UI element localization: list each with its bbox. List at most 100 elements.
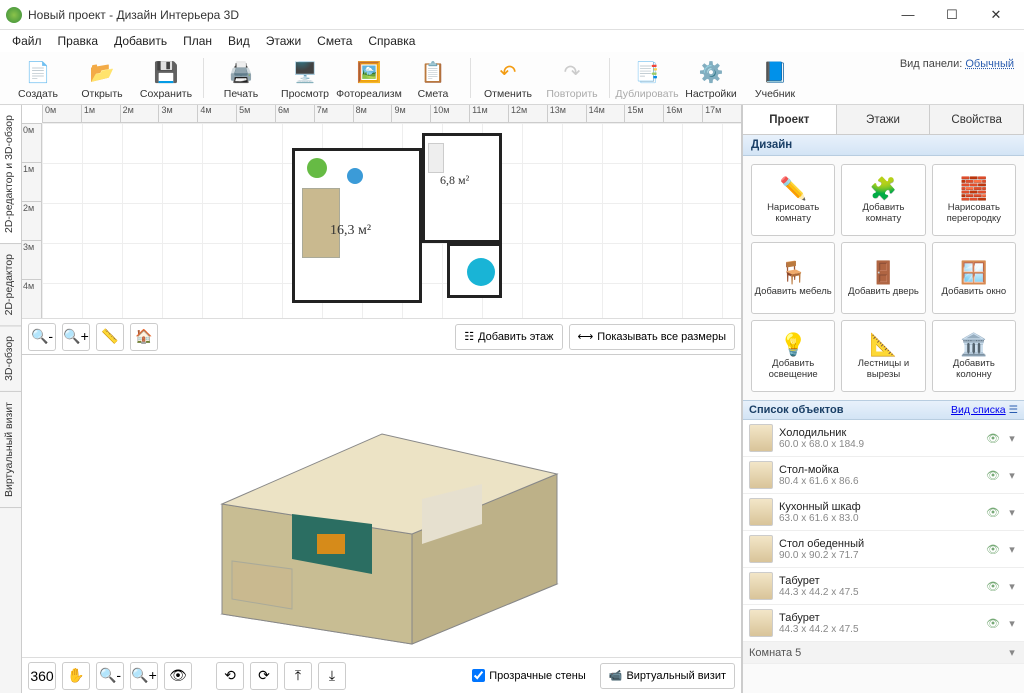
maximize-button[interactable]: ☐ xyxy=(930,1,974,29)
object-list[interactable]: Холодильник60.0 x 68.0 x 184.9👁▾Стол-мой… xyxy=(743,420,1024,693)
design-card-6[interactable]: 💡Добавить освещение xyxy=(751,320,835,392)
panel-view-link[interactable]: Обычный xyxy=(965,58,1014,70)
settings-button[interactable]: ⚙️Настройки xyxy=(681,56,741,102)
design-card-5[interactable]: 🪟Добавить окно xyxy=(932,242,1016,314)
list-view-icon[interactable]: ☰ xyxy=(1009,404,1018,416)
vtab-2d-3d[interactable]: 2D-редактор и 3D-обзор xyxy=(0,105,21,244)
visibility-icon[interactable]: 👁 xyxy=(986,617,1000,630)
viewport-2d[interactable]: 0м1м2м3м4м5м6м7м8м9м10м11м12м13м14м15м16… xyxy=(22,105,741,355)
object-row[interactable]: Табурет44.3 x 44.2 x 47.5👁▾ xyxy=(743,605,1024,642)
menu-add[interactable]: Добавить xyxy=(106,32,175,50)
object-row[interactable]: Холодильник60.0 x 68.0 x 184.9👁▾ xyxy=(743,420,1024,457)
design-card-3[interactable]: 🪑Добавить мебель xyxy=(751,242,835,314)
design-card-4[interactable]: 🚪Добавить дверь xyxy=(841,242,925,314)
preview-button[interactable]: 🖥️Просмотр xyxy=(275,56,335,102)
rotate-left-button[interactable]: ⟲ xyxy=(216,662,244,690)
photorealism-button[interactable]: 🖼️Фотореализм xyxy=(339,56,399,102)
visibility-icon[interactable]: 👁 xyxy=(986,543,1000,556)
design-label: Нарисовать комнату xyxy=(754,202,832,224)
vertical-tabs: 2D-редактор и 3D-обзор 2D-редактор 3D-об… xyxy=(0,105,22,693)
tab-floors[interactable]: Этажи xyxy=(837,105,931,134)
menu-help[interactable]: Справка xyxy=(360,32,423,50)
toolbar-separator xyxy=(470,58,471,98)
show-dimensions-button[interactable]: ⟷Показывать все размеры xyxy=(569,324,735,350)
measure-button[interactable]: 📏 xyxy=(96,323,124,351)
rotate-right-button[interactable]: ⟳ xyxy=(250,662,278,690)
object-row[interactable]: Кухонный шкаф63.0 x 61.6 x 83.0👁▾ xyxy=(743,494,1024,531)
chevron-down-icon[interactable]: ▾ xyxy=(1006,646,1018,659)
close-button[interactable]: ✕ xyxy=(974,1,1018,29)
estimate-button[interactable]: 📋Смета xyxy=(403,56,463,102)
viewport-3d[interactable]: 360 ✋ 🔍- 🔍+ 👁 ⟲ ⟳ ⤒ ⤓ Прозрачные стены 📹… xyxy=(22,355,741,693)
duplicate-button[interactable]: 📑Дублировать xyxy=(617,56,677,102)
chevron-down-icon[interactable]: ▾ xyxy=(1006,506,1018,519)
toolbar-3d: 360 ✋ 🔍- 🔍+ 👁 ⟲ ⟳ ⤒ ⤓ Прозрачные стены 📹… xyxy=(22,657,741,693)
vtab-3d[interactable]: 3D-обзор xyxy=(0,326,21,392)
object-row-footer[interactable]: Комната 5▾ xyxy=(743,642,1024,664)
design-card-8[interactable]: 🏛️Добавить колонну xyxy=(932,320,1016,392)
zoom-in-button[interactable]: 🔍+ xyxy=(62,323,90,351)
add-floor-button[interactable]: ☷Добавить этаж xyxy=(455,324,562,350)
chevron-down-icon[interactable]: ▾ xyxy=(1006,580,1018,593)
visibility-icon[interactable]: 👁 xyxy=(986,506,1000,519)
vtab-2d[interactable]: 2D-редактор xyxy=(0,244,21,326)
design-icon: 🏛️ xyxy=(960,332,987,358)
tilt-up-button[interactable]: ⤒ xyxy=(284,662,312,690)
create-button[interactable]: 📄Создать xyxy=(8,56,68,102)
lamp-2d[interactable] xyxy=(347,168,363,184)
plant-2d[interactable] xyxy=(307,158,327,178)
menu-edit[interactable]: Правка xyxy=(50,32,107,50)
zoom-in-3d-button[interactable]: 🔍+ xyxy=(130,662,158,690)
visibility-icon[interactable]: 👁 xyxy=(986,469,1000,482)
object-dimensions: 44.3 x 44.2 x 47.5 xyxy=(779,587,980,598)
menu-file[interactable]: Файл xyxy=(4,32,50,50)
bathroom-fixture[interactable] xyxy=(467,258,495,286)
tilt-down-button[interactable]: ⤓ xyxy=(318,662,346,690)
object-row[interactable]: Стол обеденный90.0 x 90.2 x 71.7👁▾ xyxy=(743,531,1024,568)
object-row[interactable]: Стол-мойка80.4 x 61.6 x 86.6👁▾ xyxy=(743,457,1024,494)
object-row[interactable]: Табурет44.3 x 44.2 x 47.5👁▾ xyxy=(743,568,1024,605)
zoom-out-3d-button[interactable]: 🔍- xyxy=(96,662,124,690)
object-dimensions: 63.0 x 61.6 x 83.0 xyxy=(779,513,980,524)
tab-properties[interactable]: Свойства xyxy=(930,105,1024,134)
print-button[interactable]: 🖨️Печать xyxy=(211,56,271,102)
tab-project[interactable]: Проект xyxy=(743,105,837,134)
menu-plan[interactable]: План xyxy=(175,32,220,50)
chevron-down-icon[interactable]: ▾ xyxy=(1006,617,1018,630)
design-card-2[interactable]: 🧱Нарисовать перегородку xyxy=(932,164,1016,236)
chevron-down-icon[interactable]: ▾ xyxy=(1006,469,1018,482)
virtual-visit-button[interactable]: 📹Виртуальный визит xyxy=(600,663,735,689)
canvas-2d[interactable]: 16,3 м² 6,8 м² xyxy=(42,123,741,318)
minimize-button[interactable]: — xyxy=(886,1,930,29)
manual-button[interactable]: 📘Учебник xyxy=(745,56,805,102)
design-card-7[interactable]: 📐Лестницы и вырезы xyxy=(841,320,925,392)
menu-floors[interactable]: Этажи xyxy=(258,32,309,50)
redo-button[interactable]: ↷Повторить xyxy=(542,56,602,102)
open-button[interactable]: 📂Открыть xyxy=(72,56,132,102)
pan-button[interactable]: ✋ xyxy=(62,662,90,690)
list-view-link[interactable]: Вид списка xyxy=(951,404,1006,416)
rotate-360-button[interactable]: 360 xyxy=(28,662,56,690)
object-name: Стол обеденный xyxy=(779,538,980,550)
vtab-virtual[interactable]: Виртуальный визит xyxy=(0,392,21,508)
house-3d[interactable] xyxy=(162,394,602,654)
transparent-walls-checkbox[interactable]: Прозрачные стены xyxy=(464,663,593,689)
object-thumbnail xyxy=(749,535,773,563)
zoom-out-button[interactable]: 🔍- xyxy=(28,323,56,351)
object-thumbnail xyxy=(749,461,773,489)
chevron-down-icon[interactable]: ▾ xyxy=(1006,543,1018,556)
design-card-0[interactable]: ✏️Нарисовать комнату xyxy=(751,164,835,236)
eye-button[interactable]: 👁 xyxy=(164,662,192,690)
menu-view[interactable]: Вид xyxy=(220,32,258,50)
fridge-2d[interactable] xyxy=(428,143,444,173)
home-button[interactable]: 🏠 xyxy=(130,323,158,351)
menu-estimate[interactable]: Смета xyxy=(309,32,360,50)
floorplan[interactable]: 16,3 м² 6,8 м² xyxy=(292,133,522,303)
save-button[interactable]: 💾Сохранить xyxy=(136,56,196,102)
visibility-icon[interactable]: 👁 xyxy=(986,580,1000,593)
visibility-icon[interactable]: 👁 xyxy=(986,432,1000,445)
design-card-1[interactable]: 🧩Добавить комнату xyxy=(841,164,925,236)
transparent-walls-input[interactable] xyxy=(472,669,485,682)
undo-button[interactable]: ↶Отменить xyxy=(478,56,538,102)
chevron-down-icon[interactable]: ▾ xyxy=(1006,432,1018,445)
